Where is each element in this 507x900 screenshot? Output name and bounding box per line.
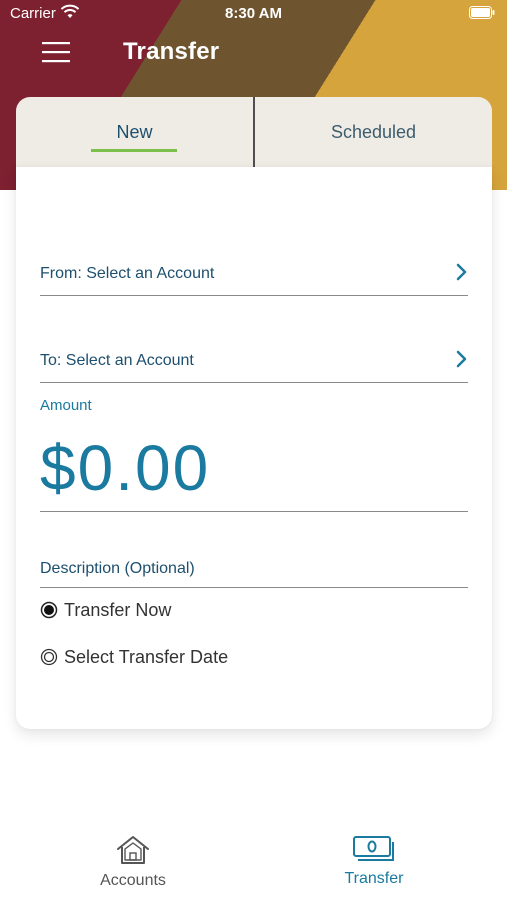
from-account-selector[interactable]: From: Select an Account [40, 251, 468, 296]
radio-transfer-now[interactable]: Transfer Now [40, 597, 171, 623]
status-time: 8:30 AM [225, 5, 282, 22]
battery-icon [469, 6, 495, 19]
radio-unselected-icon [40, 648, 58, 666]
nav-transfer-label: Transfer [344, 870, 404, 887]
chevron-right-icon [456, 263, 467, 281]
description-input[interactable]: Description (Optional) [40, 545, 468, 588]
bottom-nav: Accounts Transfer [0, 820, 507, 900]
transfer-form-card: From: Select an Account To: Select an Ac… [16, 167, 492, 729]
select-transfer-date-label: Select Transfer Date [64, 646, 229, 667]
transfer-tabs: New Scheduled [16, 97, 492, 168]
amount-label: Amount [40, 397, 92, 414]
tab-selected-indicator [91, 149, 177, 152]
from-account-label: From: Select an Account [40, 265, 215, 282]
tab-new[interactable]: New [16, 97, 255, 167]
radio-selected-icon [40, 601, 58, 619]
amount-value: $0.00 [40, 432, 211, 504]
nav-accounts-label: Accounts [100, 872, 166, 889]
status-bar: Carrier 8:30 AM [0, 0, 507, 28]
tab-scheduled-label: Scheduled [330, 121, 417, 142]
money-icon [353, 836, 394, 861]
amount-input[interactable]: $0.00 [40, 425, 468, 512]
nav-transfer[interactable]: Transfer [304, 820, 444, 900]
page-title: Transfer [123, 38, 220, 65]
to-account-label: To: Select an Account [40, 352, 194, 369]
chevron-right-icon [456, 350, 467, 368]
transfer-now-label: Transfer Now [64, 599, 172, 620]
nav-accounts[interactable]: Accounts [63, 820, 203, 900]
home-icon [117, 836, 149, 864]
radio-select-transfer-date[interactable]: Select Transfer Date [40, 644, 228, 670]
description-placeholder: Description (Optional) [40, 560, 195, 577]
to-account-selector[interactable]: To: Select an Account [40, 338, 468, 383]
tab-new-label: New [116, 121, 153, 142]
tab-scheduled[interactable]: Scheduled [255, 97, 492, 167]
hamburger-menu-icon[interactable] [40, 40, 72, 64]
